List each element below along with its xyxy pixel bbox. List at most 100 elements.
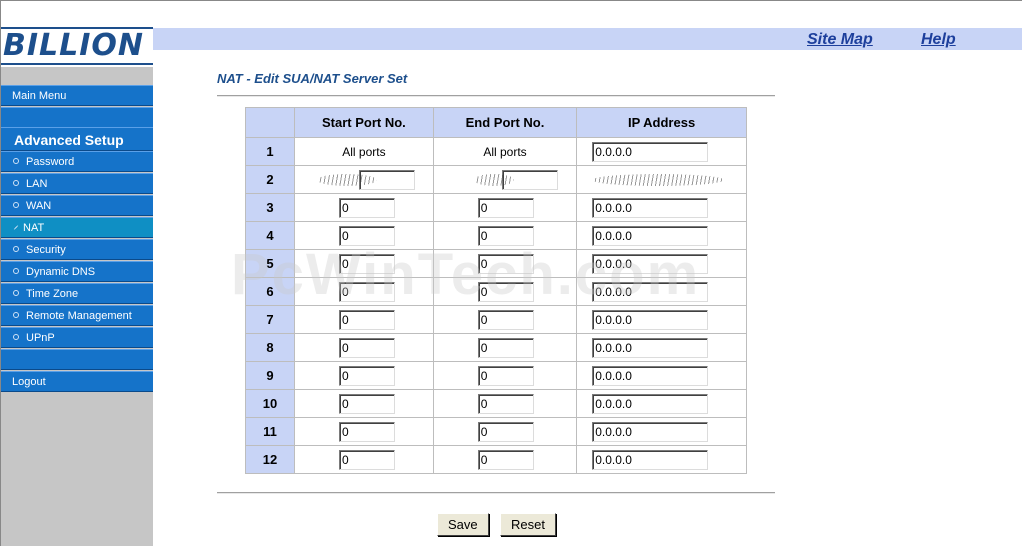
end-port-input[interactable]: [477, 253, 534, 274]
ip-address-cell: [577, 194, 746, 221]
start-port-input[interactable]: [339, 309, 395, 330]
end-port-cell: [433, 306, 577, 333]
start-port-cell: [295, 446, 433, 473]
header-bar: [153, 28, 1022, 50]
start-port-input[interactable]: [339, 253, 395, 274]
sidebar-item-label: Logout: [12, 376, 46, 388]
bullet-icon: [13, 180, 19, 187]
ip-address-input[interactable]: [592, 197, 709, 218]
ip-address-input[interactable]: [592, 337, 709, 358]
sidebar-spacer-bottom: [1, 349, 153, 370]
sidebar-item-password[interactable]: Password: [1, 151, 153, 172]
page-title: NAT - Edit SUA/NAT Server Set: [217, 71, 408, 86]
start-port-input[interactable]: [339, 365, 395, 386]
start-port-cell: [295, 166, 433, 193]
sidebar-item-lan[interactable]: LAN: [1, 173, 153, 194]
sidebar-item-upnp[interactable]: UPnP: [1, 327, 153, 348]
redacted-scribble: [592, 174, 725, 187]
sidebar-section-label: Advanced Setup: [14, 132, 124, 148]
start-port-input[interactable]: [339, 393, 395, 414]
sidebar-item-wan[interactable]: WAN: [1, 195, 153, 216]
start-port-input[interactable]: [339, 421, 395, 442]
router-admin-page: BILLION Site Map Help Main Menu Advanced…: [0, 0, 1022, 546]
nat-server-table: Start Port No. End Port No. IP Address 1…: [245, 107, 747, 474]
sidebar-section-advanced-setup[interactable]: Advanced Setup: [1, 127, 153, 151]
divider-top: [217, 95, 775, 97]
start-port-cell: [295, 278, 433, 305]
row-number: 4: [246, 222, 294, 249]
sidebar-item-nat[interactable]: NAT: [1, 217, 153, 238]
save-button[interactable]: Save: [437, 513, 489, 536]
end-port-cell: [433, 250, 577, 277]
sidebar-item-remote-management[interactable]: Remote Management: [1, 305, 153, 326]
table-row: 1 All ports All ports: [246, 138, 746, 165]
ip-address-input[interactable]: [592, 141, 709, 162]
sidebar-logout[interactable]: Logout: [1, 371, 153, 392]
ip-address-cell: [577, 446, 746, 473]
bullet-icon: [13, 290, 19, 297]
start-port-input[interactable]: [339, 449, 395, 470]
ip-address-cell: [577, 306, 746, 333]
sidebar-item-security[interactable]: Security: [1, 239, 153, 260]
end-port-input[interactable]: [477, 393, 534, 414]
ip-address-cell: [577, 250, 746, 277]
bullet-icon: [13, 158, 19, 165]
ip-address-input[interactable]: [592, 281, 709, 302]
bullet-icon: [13, 268, 19, 275]
start-port-input[interactable]: [339, 337, 395, 358]
row-number: 3: [246, 194, 294, 221]
bullet-icon: [13, 224, 19, 230]
column-header-start-port: Start Port No.: [295, 108, 433, 137]
end-port-input[interactable]: [477, 337, 534, 358]
sidebar-item-label: Remote Management: [26, 310, 132, 322]
start-port-input[interactable]: [339, 197, 395, 218]
start-port-input[interactable]: [339, 225, 395, 246]
end-port-input[interactable]: [477, 197, 534, 218]
ip-address-input[interactable]: [592, 253, 709, 274]
row-number: 1: [246, 138, 294, 165]
start-port-input[interactable]: [339, 281, 395, 302]
billion-logo: BILLION: [1, 27, 153, 67]
end-port-cell: [433, 362, 577, 389]
ip-address-input[interactable]: [592, 309, 709, 330]
ip-address-cell: [577, 390, 746, 417]
ip-address-cell: [577, 278, 746, 305]
end-port-cell: [433, 222, 577, 249]
sidebar-item-label: Dynamic DNS: [26, 266, 96, 278]
ip-address-cell: [577, 166, 746, 193]
ip-address-input[interactable]: [592, 225, 709, 246]
end-port-cell: [433, 278, 577, 305]
start-port-cell: [295, 306, 433, 333]
reset-button[interactable]: Reset: [500, 513, 556, 536]
end-port-cell: [433, 334, 577, 361]
bullet-icon: [13, 246, 19, 253]
sidebar-main-menu[interactable]: Main Menu: [1, 85, 153, 106]
table-row: 11: [246, 418, 746, 445]
end-port-input[interactable]: [477, 365, 534, 386]
table-row: 3: [246, 194, 746, 221]
bullet-icon: [13, 202, 19, 209]
end-port-input[interactable]: [477, 449, 534, 470]
brand-text: BILLION: [3, 28, 145, 63]
start-port-cell: [295, 362, 433, 389]
end-port-text: All ports: [433, 138, 577, 165]
end-port-input[interactable]: [477, 421, 534, 442]
table-row: 6: [246, 278, 746, 305]
sidebar: Main Menu Advanced Setup Password LAN WAN N…: [1, 67, 153, 546]
end-port-cell: [433, 390, 577, 417]
sidebar-item-time-zone[interactable]: Time Zone: [1, 283, 153, 304]
sidebar-item-dynamic-dns[interactable]: Dynamic DNS: [1, 261, 153, 282]
end-port-input[interactable]: [477, 281, 534, 302]
table-row: 12: [246, 446, 746, 473]
ip-address-input[interactable]: [592, 449, 709, 470]
end-port-input[interactable]: [477, 225, 534, 246]
end-port-cell: [433, 446, 577, 473]
help-link[interactable]: Help: [921, 31, 956, 49]
ip-address-input[interactable]: [592, 365, 709, 386]
ip-address-input[interactable]: [592, 393, 709, 414]
table-row: 8: [246, 334, 746, 361]
ip-address-cell: [577, 362, 746, 389]
end-port-input[interactable]: [477, 309, 534, 330]
ip-address-input[interactable]: [592, 421, 709, 442]
site-map-link[interactable]: Site Map: [807, 31, 873, 49]
